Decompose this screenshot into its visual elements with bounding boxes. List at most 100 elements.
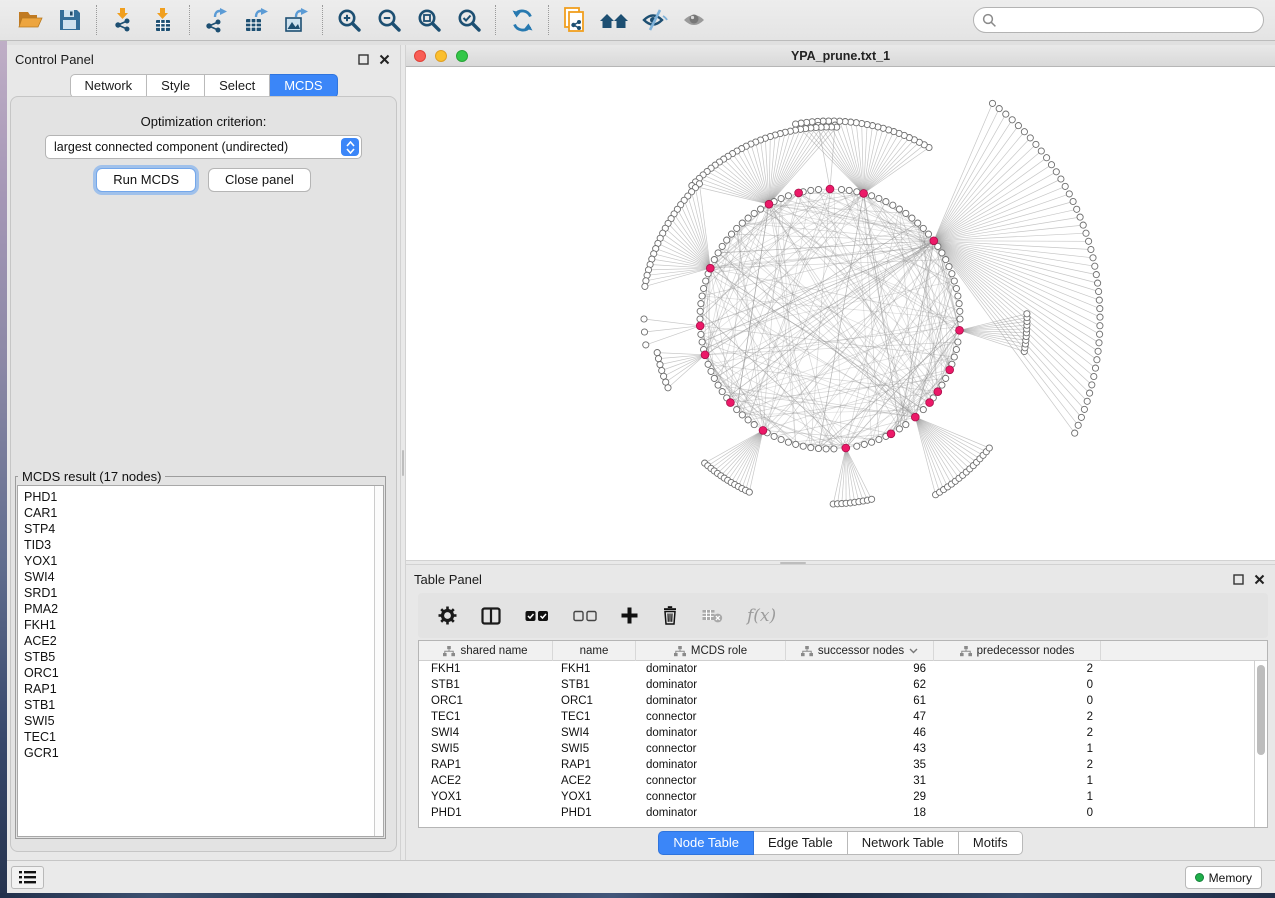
attribute-tree-icon [801, 646, 813, 657]
float-panel-icon[interactable] [1233, 572, 1244, 590]
export-table-icon[interactable] [236, 3, 276, 37]
add-column-icon[interactable] [621, 607, 638, 624]
mcds-result-item[interactable]: GCR1 [24, 745, 383, 761]
search-input[interactable] [973, 7, 1264, 33]
table-scrollbar[interactable] [1254, 661, 1267, 827]
desktop-wallpaper-left [0, 41, 7, 893]
column-header[interactable]: name [553, 641, 636, 661]
mcds-result-item[interactable]: PMA2 [24, 601, 383, 617]
table-row[interactable]: FKH1FKH1dominator962 [419, 661, 1267, 677]
export-image-icon[interactable] [276, 3, 316, 37]
tab-network[interactable]: Network [69, 74, 147, 98]
tab-select[interactable]: Select [205, 74, 270, 98]
zoom-in-icon[interactable] [329, 3, 369, 37]
table-panel-title: Table Panel [406, 565, 1275, 587]
tab-motifs[interactable]: Motifs [959, 831, 1023, 855]
mcds-result-item[interactable]: ORC1 [24, 665, 383, 681]
table-panel: Table Panel f(x) shared namenameMCDS rol… [406, 565, 1275, 860]
mcds-result-item[interactable]: SWI5 [24, 713, 383, 729]
close-panel-icon[interactable] [1254, 572, 1265, 590]
tab-network-table[interactable]: Network Table [848, 831, 959, 855]
window-close-icon[interactable] [414, 50, 426, 62]
table-row[interactable]: YOX1YOX1connector291 [419, 789, 1267, 805]
mcds-result-item[interactable]: TEC1 [24, 729, 383, 745]
table-header-row: shared namenameMCDS rolesuccessor nodesp… [419, 641, 1267, 661]
mcds-result-item[interactable]: CAR1 [24, 505, 383, 521]
column-header[interactable]: successor nodes [786, 641, 934, 661]
table-row[interactable]: ACE2ACE2connector311 [419, 773, 1267, 789]
attribute-tree-icon [960, 646, 972, 657]
optimization-criterion-label: Optimization criterion: [11, 114, 396, 129]
tab-node-table[interactable]: Node Table [658, 831, 754, 855]
toolbar-separator [495, 5, 496, 35]
table-row[interactable]: TEC1TEC1connector472 [419, 709, 1267, 725]
refresh-icon[interactable] [502, 3, 542, 37]
table-row[interactable]: ORC1ORC1dominator610 [419, 693, 1267, 709]
tab-style[interactable]: Style [147, 74, 205, 98]
delete-column-icon[interactable] [662, 606, 678, 625]
search-icon [982, 13, 997, 28]
memory-button[interactable]: Memory [1185, 866, 1262, 889]
table-toolbar: f(x) [418, 593, 1268, 638]
mcds-result-item[interactable]: STB5 [24, 649, 383, 665]
close-panel-button[interactable]: Close panel [208, 168, 311, 192]
export-network-icon[interactable] [196, 3, 236, 37]
mcds-result-item[interactable]: YOX1 [24, 553, 383, 569]
mcds-result-item[interactable]: ACE2 [24, 633, 383, 649]
select-all-icon[interactable] [525, 610, 549, 622]
column-header[interactable]: shared name [419, 641, 553, 661]
task-history-button[interactable] [11, 866, 44, 889]
hide-selected-icon[interactable] [635, 3, 675, 37]
list-scrollbar[interactable] [374, 486, 383, 836]
save-session-icon[interactable] [50, 3, 90, 37]
table-tabs: Node Table Edge Table Network Table Moti… [406, 831, 1275, 855]
network-window-title: YPA_prune.txt_1 [791, 49, 890, 63]
table-settings-icon[interactable] [438, 606, 457, 625]
attribute-tree-icon [674, 646, 686, 657]
column-header[interactable]: MCDS role [636, 641, 786, 661]
float-panel-icon[interactable] [358, 52, 369, 70]
zoom-fit-icon[interactable] [409, 3, 449, 37]
zoom-out-icon[interactable] [369, 3, 409, 37]
table-row[interactable]: RAP1RAP1dominator352 [419, 757, 1267, 773]
tab-edge-table[interactable]: Edge Table [754, 831, 848, 855]
show-graphics-icon[interactable] [675, 3, 715, 37]
show-columns-icon[interactable] [481, 607, 501, 625]
table-row[interactable]: STB1STB1dominator620 [419, 677, 1267, 693]
zoom-selected-icon[interactable] [449, 3, 489, 37]
tab-mcds[interactable]: MCDS [270, 74, 337, 98]
desktop-wallpaper-bottom [0, 893, 1275, 898]
import-network-icon[interactable] [103, 3, 143, 37]
column-header[interactable]: predecessor nodes [934, 641, 1101, 661]
window-minimize-icon[interactable] [435, 50, 447, 62]
scrollbar-thumb[interactable] [1257, 665, 1265, 755]
open-file-icon[interactable] [10, 3, 50, 37]
mcds-result-item[interactable]: SWI4 [24, 569, 383, 585]
import-table-icon[interactable] [143, 3, 183, 37]
network-canvas[interactable] [406, 67, 1275, 559]
mcds-result-item[interactable]: SRD1 [24, 585, 383, 601]
first-neighbors-icon[interactable] [595, 3, 635, 37]
memory-label: Memory [1209, 871, 1252, 885]
mcds-result-group: MCDS result (17 nodes) PHD1CAR1STP4TID3Y… [15, 469, 386, 839]
run-mcds-button[interactable]: Run MCDS [96, 168, 196, 192]
list-icon [19, 871, 36, 884]
mcds-result-item[interactable]: TID3 [24, 537, 383, 553]
deselect-all-icon[interactable] [573, 610, 597, 622]
table-row[interactable]: PHD1PHD1dominator180 [419, 805, 1267, 821]
mcds-result-item[interactable]: STP4 [24, 521, 383, 537]
criterion-dropdown[interactable]: largest connected component (undirected) [45, 135, 362, 159]
table-row[interactable]: SWI5SWI5connector431 [419, 741, 1267, 757]
mcds-result-item[interactable]: STB1 [24, 697, 383, 713]
table-row[interactable]: SWI4SWI4dominator462 [419, 725, 1267, 741]
mcds-result-list[interactable]: PHD1CAR1STP4TID3YOX1SWI4SRD1PMA2FKH1ACE2… [17, 485, 384, 837]
clone-network-icon[interactable] [555, 3, 595, 37]
close-panel-icon[interactable] [379, 52, 390, 70]
search-field [973, 7, 1264, 33]
network-window-titlebar[interactable]: YPA_prune.txt_1 [406, 45, 1275, 67]
mcds-result-item[interactable]: FKH1 [24, 617, 383, 633]
window-zoom-icon[interactable] [456, 50, 468, 62]
criterion-value: largest connected component (undirected) [54, 140, 288, 154]
mcds-result-item[interactable]: PHD1 [24, 489, 383, 505]
mcds-result-item[interactable]: RAP1 [24, 681, 383, 697]
